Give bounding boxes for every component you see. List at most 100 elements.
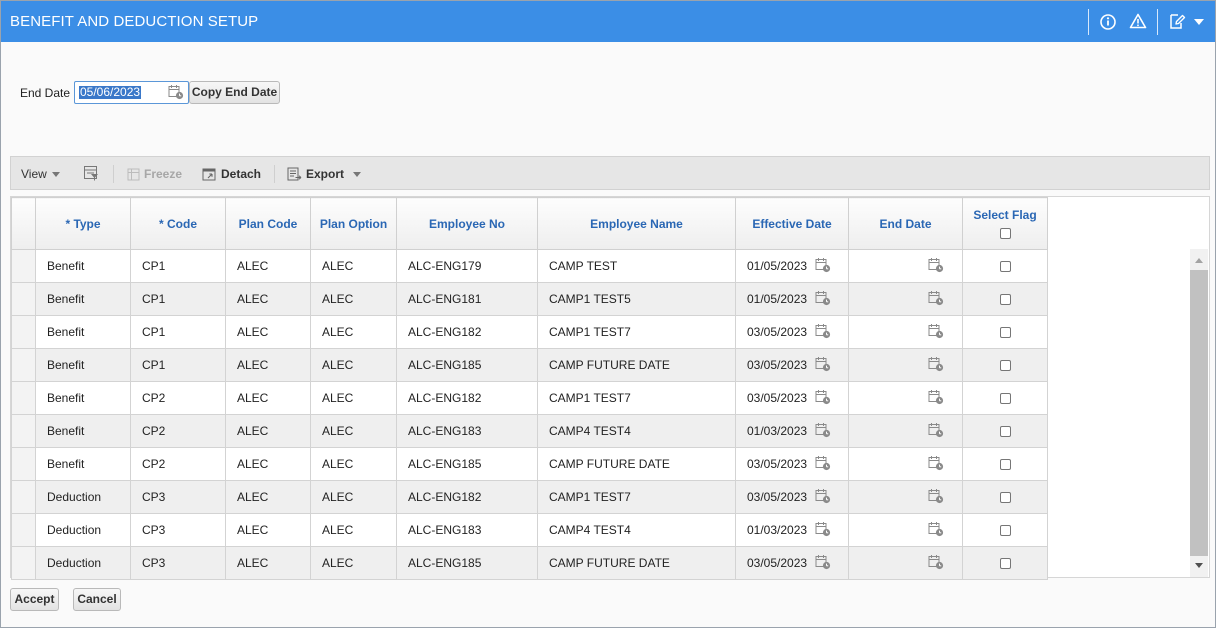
row-selector[interactable] <box>11 546 36 580</box>
cell-effective-date[interactable]: 01/03/2023 <box>735 513 849 547</box>
cell-select-flag[interactable] <box>962 315 1048 349</box>
calendar-icon[interactable] <box>815 389 831 408</box>
cell-plan-option[interactable]: ALEC <box>310 414 397 448</box>
table-row[interactable]: Benefit CP1 ALEC ALEC ALC-ENG181 CAMP1 TEST5 0… <box>11 282 1048 316</box>
cell-end-date[interactable] <box>848 546 963 580</box>
cell-code[interactable]: CP1 <box>130 249 226 283</box>
calendar-icon[interactable] <box>928 422 944 441</box>
cell-employee-no[interactable]: ALC-ENG181 <box>396 282 538 316</box>
cell-type[interactable]: Deduction <box>35 546 131 580</box>
cell-code[interactable]: CP2 <box>130 414 226 448</box>
select-flag-checkbox[interactable] <box>999 459 1011 471</box>
cell-employee-no[interactable]: ALC-ENG185 <box>396 546 538 580</box>
cell-plan-option[interactable]: ALEC <box>310 480 397 514</box>
cell-select-flag[interactable] <box>962 348 1048 382</box>
cell-plan-code[interactable]: ALEC <box>225 546 311 580</box>
cell-code[interactable]: CP2 <box>130 447 226 481</box>
edit-note-icon[interactable] <box>1167 11 1189 33</box>
cell-employee-name[interactable]: CAMP1 TEST5 <box>537 282 736 316</box>
cell-plan-option[interactable]: ALEC <box>310 381 397 415</box>
cell-type[interactable]: Benefit <box>35 282 131 316</box>
table-row[interactable]: Benefit CP1 ALEC ALEC ALC-ENG179 CAMP TEST 01/… <box>11 249 1048 283</box>
select-flag-checkbox[interactable] <box>999 360 1011 372</box>
col-type[interactable]: * Type <box>35 197 131 250</box>
cell-plan-option[interactable]: ALEC <box>310 546 397 580</box>
select-flag-checkbox[interactable] <box>999 492 1011 504</box>
calendar-icon[interactable] <box>928 323 944 342</box>
row-selector[interactable] <box>11 249 36 283</box>
cell-plan-option[interactable]: ALEC <box>310 513 397 547</box>
select-flag-checkbox[interactable] <box>999 261 1011 273</box>
cell-code[interactable]: CP3 <box>130 513 226 547</box>
accept-button[interactable]: Accept <box>10 588 59 611</box>
calendar-icon[interactable] <box>928 257 944 276</box>
export-menu[interactable]: Export <box>287 167 362 181</box>
cell-employee-name[interactable]: CAMP TEST <box>537 249 736 283</box>
cell-code[interactable]: CP3 <box>130 546 226 580</box>
cell-end-date[interactable] <box>848 480 963 514</box>
cell-type[interactable]: Benefit <box>35 249 131 283</box>
row-selector[interactable] <box>11 315 36 349</box>
cell-code[interactable]: CP1 <box>130 315 226 349</box>
cell-end-date[interactable] <box>848 513 963 547</box>
calendar-icon[interactable] <box>928 290 944 309</box>
cell-type[interactable]: Deduction <box>35 513 131 547</box>
freeze-button[interactable]: Freeze <box>127 167 182 181</box>
cell-end-date[interactable] <box>848 348 963 382</box>
cell-type[interactable]: Benefit <box>35 447 131 481</box>
cell-effective-date[interactable]: 03/05/2023 <box>735 315 849 349</box>
cell-select-flag[interactable] <box>962 447 1048 481</box>
cell-effective-date[interactable]: 03/05/2023 <box>735 381 849 415</box>
calendar-icon[interactable] <box>928 521 944 540</box>
calendar-icon[interactable] <box>815 422 831 441</box>
cell-type[interactable]: Benefit <box>35 414 131 448</box>
cell-select-flag[interactable] <box>962 249 1048 283</box>
calendar-icon[interactable] <box>815 290 831 309</box>
cell-code[interactable]: CP3 <box>130 480 226 514</box>
row-selector[interactable] <box>11 381 36 415</box>
cell-effective-date[interactable]: 01/05/2023 <box>735 282 849 316</box>
cell-plan-option[interactable]: ALEC <box>310 447 397 481</box>
cell-employee-name[interactable]: CAMP4 TEST4 <box>537 513 736 547</box>
cancel-button[interactable]: Cancel <box>73 588 121 611</box>
table-row[interactable]: Deduction CP3 ALEC ALEC ALC-ENG182 CAMP1 TEST… <box>11 480 1048 514</box>
select-all-checkbox[interactable] <box>999 227 1011 239</box>
cell-plan-option[interactable]: ALEC <box>310 282 397 316</box>
copy-end-date-button[interactable]: Copy End Date <box>189 81 280 104</box>
filter-icon[interactable] <box>83 165 103 181</box>
cell-select-flag[interactable] <box>962 513 1048 547</box>
cell-employee-no[interactable]: ALC-ENG182 <box>396 480 538 514</box>
calendar-icon[interactable] <box>928 554 944 573</box>
cell-effective-date[interactable]: 03/05/2023 <box>735 348 849 382</box>
calendar-icon[interactable] <box>815 488 831 507</box>
calendar-icon[interactable] <box>815 257 831 276</box>
cell-select-flag[interactable] <box>962 414 1048 448</box>
calendar-icon[interactable] <box>815 356 831 375</box>
cell-code[interactable]: CP2 <box>130 381 226 415</box>
cell-employee-name[interactable]: CAMP1 TEST7 <box>537 315 736 349</box>
cell-code[interactable]: CP1 <box>130 282 226 316</box>
vertical-scrollbar[interactable] <box>1190 249 1208 577</box>
cell-plan-code[interactable]: ALEC <box>225 348 311 382</box>
cell-type[interactable]: Benefit <box>35 315 131 349</box>
cell-employee-name[interactable]: CAMP FUTURE DATE <box>537 447 736 481</box>
select-flag-checkbox[interactable] <box>999 426 1011 438</box>
cell-select-flag[interactable] <box>962 546 1048 580</box>
row-selector[interactable] <box>11 282 36 316</box>
cell-plan-code[interactable]: ALEC <box>225 513 311 547</box>
cell-employee-no[interactable]: ALC-ENG185 <box>396 447 538 481</box>
row-selector[interactable] <box>11 513 36 547</box>
table-row[interactable]: Deduction CP3 ALEC ALEC ALC-ENG185 CAMP FUTUR… <box>11 546 1048 580</box>
col-plan-option[interactable]: Plan Option <box>310 197 397 250</box>
cell-employee-no[interactable]: ALC-ENG185 <box>396 348 538 382</box>
end-date-value[interactable]: 05/06/2023 <box>79 86 142 99</box>
view-menu[interactable]: View <box>21 167 60 181</box>
cell-employee-no[interactable]: ALC-ENG182 <box>396 381 538 415</box>
row-selector[interactable] <box>11 447 36 481</box>
cell-employee-name[interactable]: CAMP FUTURE DATE <box>537 546 736 580</box>
table-row[interactable]: Benefit CP1 ALEC ALEC ALC-ENG182 CAMP1 TEST7 0… <box>11 315 1048 349</box>
cell-end-date[interactable] <box>848 249 963 283</box>
cell-end-date[interactable] <box>848 315 963 349</box>
cell-plan-option[interactable]: ALEC <box>310 315 397 349</box>
cell-plan-option[interactable]: ALEC <box>310 348 397 382</box>
